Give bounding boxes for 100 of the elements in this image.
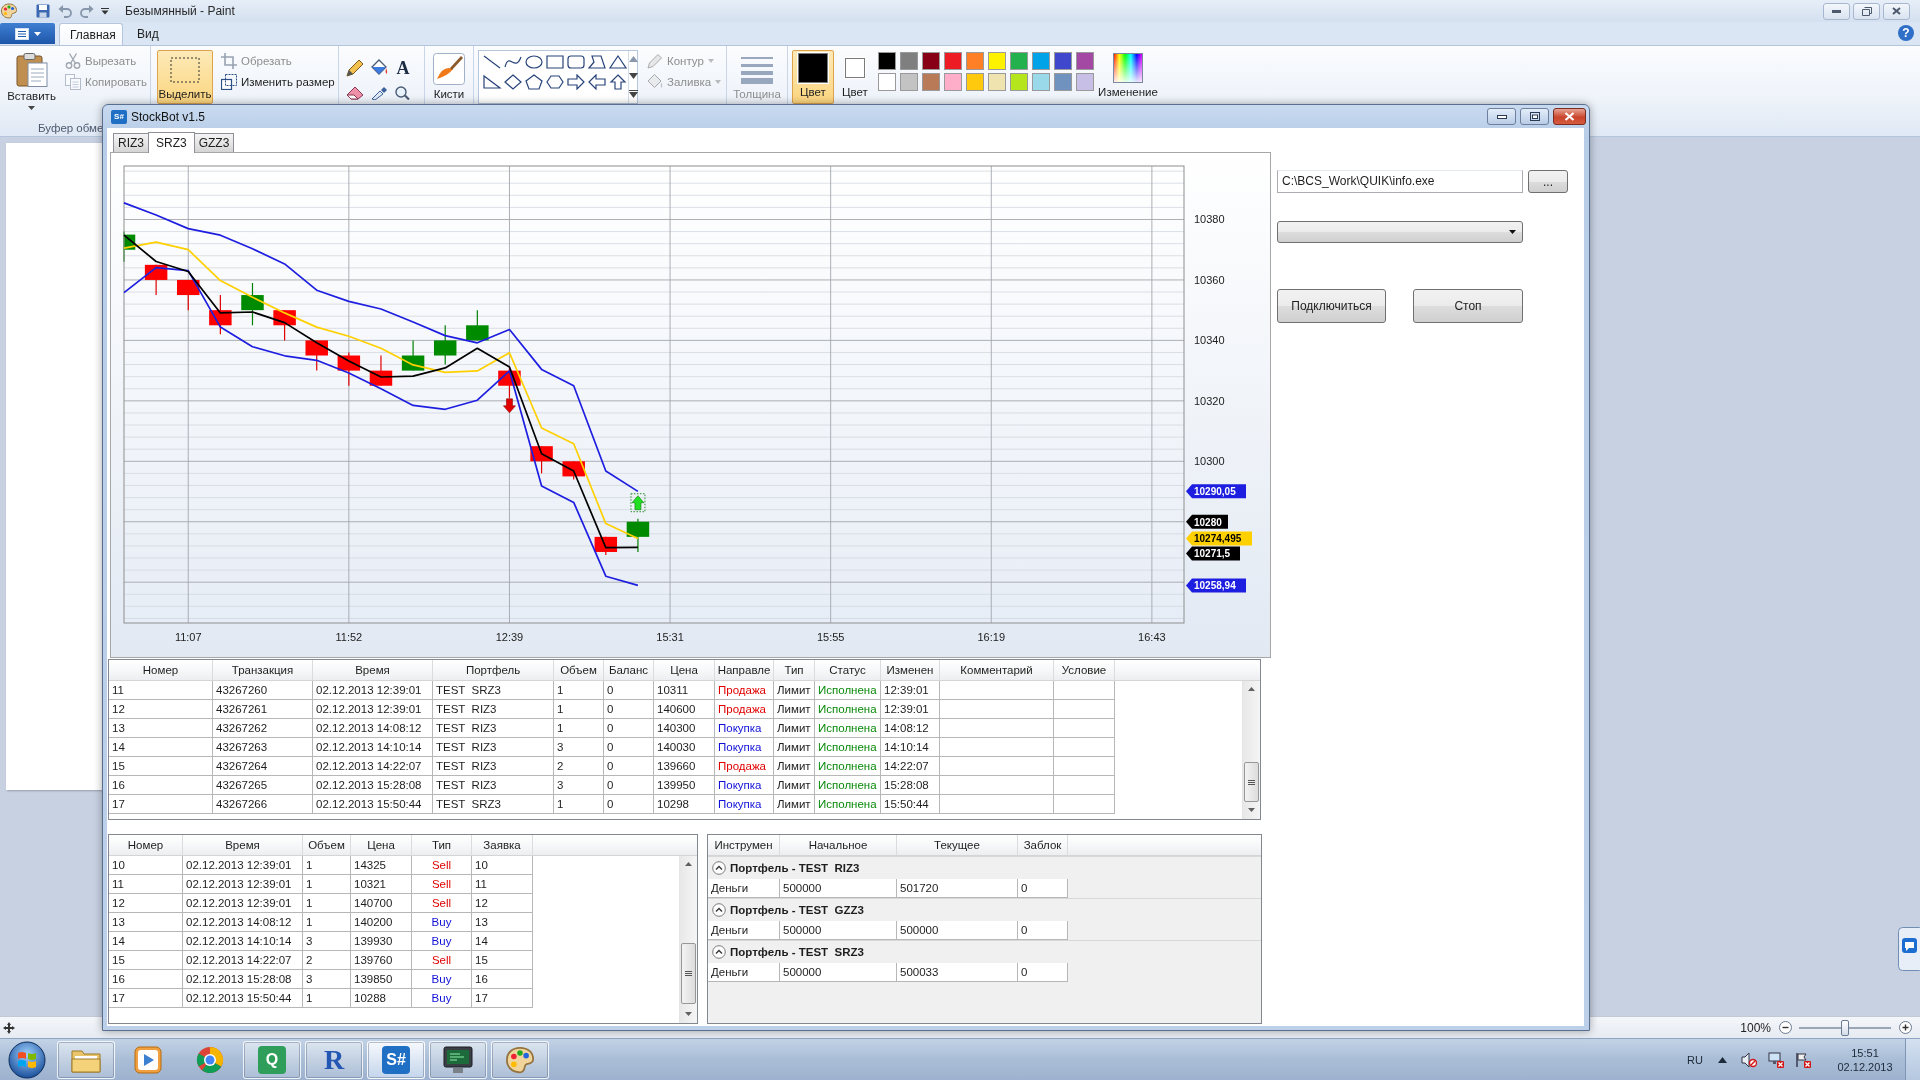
right-arrow-shape-icon[interactable] xyxy=(566,74,586,90)
pencil-icon[interactable] xyxy=(346,59,364,77)
tab[interactable]: GZZ3 xyxy=(193,133,235,152)
browse-button[interactable]: ... xyxy=(1528,170,1568,193)
column-header[interactable]: Время xyxy=(313,660,433,680)
taskbar-button[interactable]: S# xyxy=(367,1040,425,1079)
column-header[interactable]: Объем xyxy=(303,835,351,855)
swatch-icon[interactable] xyxy=(922,52,940,70)
curve-shape-icon[interactable] xyxy=(503,54,523,70)
magnifier-icon[interactable] xyxy=(394,86,412,100)
swatch-icon[interactable] xyxy=(900,52,918,70)
resize-button[interactable]: Изменить размер xyxy=(218,71,338,92)
bucket-icon[interactable] xyxy=(370,59,388,77)
color-picker-icon[interactable] xyxy=(370,86,388,100)
column-header[interactable]: Заявка xyxy=(472,835,533,855)
right-triangle-shape-icon[interactable] xyxy=(482,74,502,90)
text-tool-button[interactable]: A xyxy=(394,59,412,77)
restore-button[interactable] xyxy=(1853,2,1880,20)
network-icon[interactable] xyxy=(1768,1051,1784,1068)
swatch-icon[interactable] xyxy=(878,52,896,70)
path-field[interactable]: C:\BCS_Work\QUIK\info.exe xyxy=(1277,170,1523,193)
scroll-down-icon[interactable] xyxy=(629,73,638,79)
swatch-icon[interactable] xyxy=(966,52,984,70)
select-button[interactable]: Выделить xyxy=(157,50,213,104)
color-button[interactable]: Цвет xyxy=(838,50,872,104)
swatch-icon[interactable] xyxy=(1032,73,1050,91)
swatch-icon[interactable] xyxy=(878,73,896,91)
column-header[interactable]: Заблок xyxy=(1018,835,1068,855)
caret-icon[interactable] xyxy=(101,7,109,15)
column-header[interactable]: Баланс xyxy=(604,660,654,680)
swatch-icon[interactable] xyxy=(922,73,940,91)
connect-button[interactable]: Подключиться xyxy=(1277,289,1386,323)
tab[interactable]: RIZ3 xyxy=(113,133,149,152)
swatch-icon[interactable] xyxy=(1076,52,1094,70)
chevron-up-icon[interactable] xyxy=(1718,1056,1727,1063)
column-header[interactable]: Изменен xyxy=(881,660,940,680)
swatch-icon[interactable] xyxy=(1054,52,1072,70)
clock-time[interactable]: 15:51 xyxy=(1851,1045,1879,1060)
column-header[interactable]: Номер xyxy=(109,660,213,680)
close-button[interactable] xyxy=(1553,108,1586,125)
swatch-icon[interactable] xyxy=(1076,73,1094,91)
more-icon[interactable] xyxy=(629,89,638,98)
collapse-icon[interactable] xyxy=(712,903,726,917)
ribbon-tab[interactable]: Вид xyxy=(127,23,169,45)
column-header[interactable]: Тип xyxy=(412,835,472,855)
taskbar-button[interactable]: R xyxy=(305,1040,363,1079)
taskbar-button[interactable] xyxy=(429,1040,487,1079)
triangle-shape-icon[interactable] xyxy=(608,54,628,70)
diamond-shape-icon[interactable] xyxy=(503,74,523,90)
edit-colors-button[interactable]: Изменение xyxy=(1096,50,1160,104)
language-indicator[interactable]: RU xyxy=(1687,1053,1703,1066)
up-arrow-shape-icon[interactable] xyxy=(608,74,628,90)
swatch-icon[interactable] xyxy=(1032,52,1050,70)
column-header[interactable]: Инструмен xyxy=(708,835,780,855)
swatch-icon[interactable] xyxy=(1010,52,1028,70)
swatch-icon[interactable] xyxy=(944,73,962,91)
zoom-out-icon[interactable] xyxy=(1779,1021,1792,1034)
scroll-down-icon[interactable] xyxy=(1248,808,1255,812)
eraser-icon[interactable] xyxy=(346,86,364,100)
column-header[interactable]: Комментарий xyxy=(940,660,1054,680)
tab[interactable]: SRZ3 xyxy=(148,132,195,153)
slider-thumb[interactable] xyxy=(1841,1019,1849,1036)
save-icon[interactable] xyxy=(36,4,50,18)
speaker-icon[interactable] xyxy=(1741,1051,1757,1068)
column-header[interactable]: Номер xyxy=(109,835,183,855)
swatch-icon[interactable] xyxy=(944,52,962,70)
collapse-icon[interactable] xyxy=(712,861,726,875)
scrollbar[interactable] xyxy=(1242,681,1260,819)
color-button[interactable]: Цвет xyxy=(792,50,834,104)
swatch-icon[interactable] xyxy=(1010,73,1028,91)
scrollbar[interactable] xyxy=(679,856,697,1023)
minimize-button[interactable] xyxy=(1487,108,1516,125)
brushes-button[interactable]: Кисти xyxy=(431,50,467,104)
scroll-up-icon[interactable] xyxy=(685,862,692,866)
zoom-slider[interactable] xyxy=(1799,1019,1891,1036)
zoom-in-icon[interactable] xyxy=(1899,1021,1912,1034)
rounded-rectangle-shape-icon[interactable] xyxy=(566,54,586,70)
minimize-button[interactable] xyxy=(1823,2,1850,20)
scroll-up-icon[interactable] xyxy=(629,56,638,63)
column-header[interactable]: Цена xyxy=(654,660,715,680)
stop-button[interactable]: Стоп xyxy=(1413,289,1523,323)
polygon-shape-icon[interactable] xyxy=(587,54,607,70)
flag-icon[interactable] xyxy=(1795,1051,1811,1068)
column-header[interactable]: Статус xyxy=(815,660,881,680)
ribbon-tab[interactable]: Главная xyxy=(59,23,123,45)
collapse-icon[interactable] xyxy=(712,945,726,959)
column-header[interactable]: Направле xyxy=(715,660,774,680)
column-header[interactable]: Тип xyxy=(774,660,815,680)
column-header[interactable]: Условие xyxy=(1054,660,1115,680)
swatch-icon[interactable] xyxy=(1054,73,1072,91)
column-header[interactable]: Цена xyxy=(351,835,412,855)
paste-button[interactable]: Вставить xyxy=(5,50,58,110)
pentagon-shape-icon[interactable] xyxy=(524,74,544,90)
column-header[interactable]: Текущее xyxy=(897,835,1018,855)
oval-shape-icon[interactable] xyxy=(524,54,544,70)
left-arrow-shape-icon[interactable] xyxy=(587,74,607,90)
clock-date[interactable]: 02.12.2013 xyxy=(1837,1059,1893,1074)
dropdown-field[interactable] xyxy=(1277,221,1523,243)
column-header[interactable]: Портфель xyxy=(433,660,554,680)
hexagon-shape-icon[interactable] xyxy=(545,74,565,90)
